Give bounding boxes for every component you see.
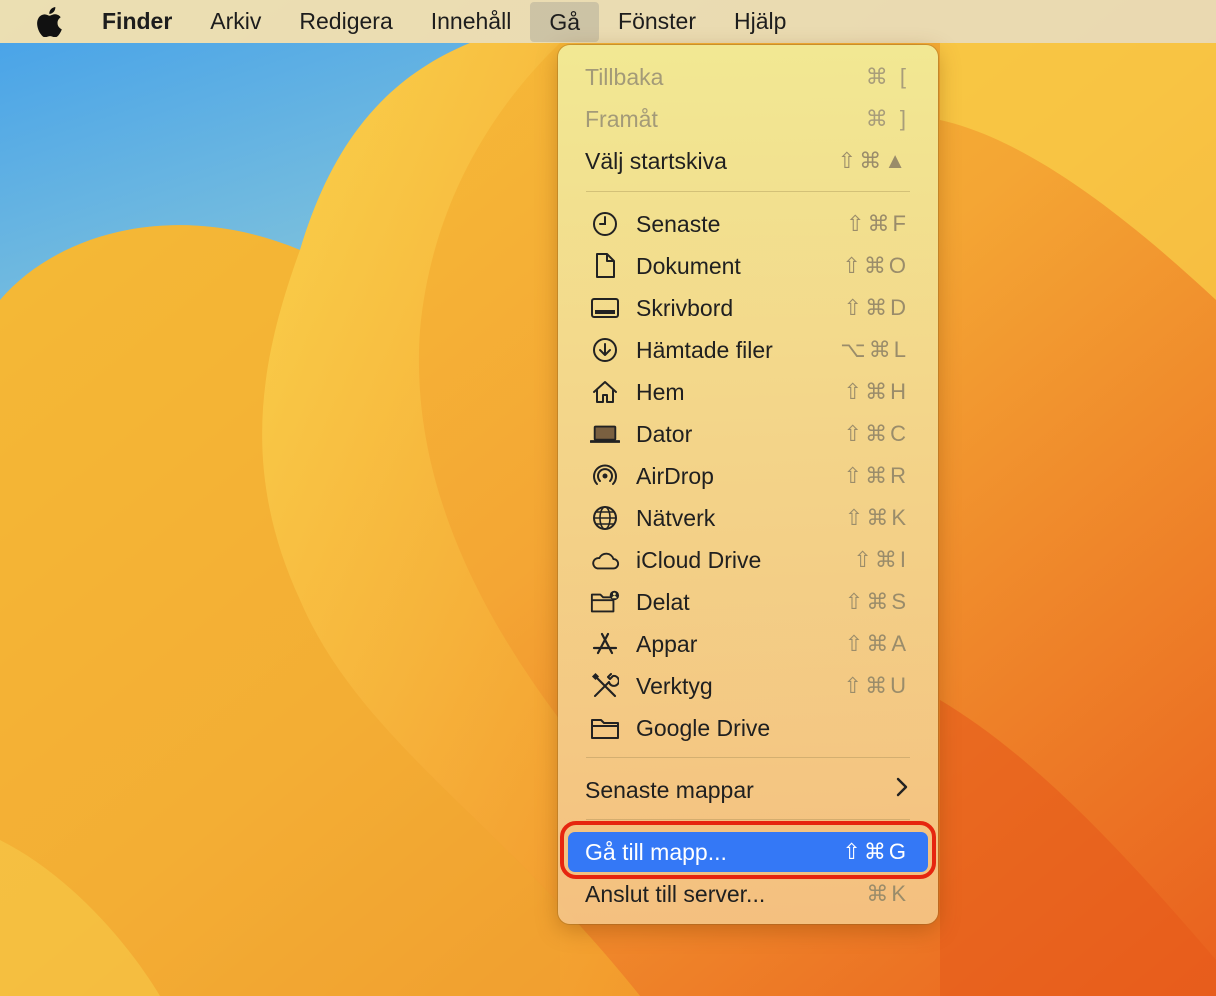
menu-item-label: Dator bbox=[636, 420, 693, 447]
menu-item-shortcut: ⇧⌘A bbox=[844, 631, 909, 656]
laptop-icon bbox=[590, 419, 620, 449]
menu-item-valj-startskiva[interactable]: Välj startskiva ⇧⌘▲ bbox=[568, 141, 928, 181]
menu-separator bbox=[586, 819, 910, 820]
menu-item-hamtade-filer[interactable]: Hämtade filer ⌥⌘L bbox=[568, 330, 928, 370]
menu-item-shortcut: ⌥⌘L bbox=[840, 337, 909, 362]
menu-item-anslut-till-server[interactable]: Anslut till server... ⌘K bbox=[568, 874, 928, 914]
menu-item-icloud-drive[interactable]: iCloud Drive ⇧⌘I bbox=[568, 540, 928, 580]
menu-item-verktyg[interactable]: Verktyg ⇧⌘U bbox=[568, 666, 928, 706]
menubar-ga[interactable]: Gå bbox=[530, 2, 600, 42]
menu-item-shortcut: ⇧⌘H bbox=[843, 379, 909, 404]
menu-item-senaste[interactable]: Senaste ⇧⌘F bbox=[568, 204, 928, 244]
menu-item-senaste-mappar[interactable]: Senaste mappar bbox=[568, 770, 928, 810]
menu-item-shortcut: ⇧⌘U bbox=[843, 673, 909, 698]
menu-item-shortcut: ⌘ [ bbox=[865, 64, 909, 89]
menu-item-tillbaka[interactable]: Tillbaka ⌘ [ bbox=[568, 57, 928, 97]
menu-item-label: Anslut till server... bbox=[585, 880, 766, 907]
chevron-right-icon bbox=[895, 776, 909, 805]
desktop-icon bbox=[590, 293, 620, 323]
airdrop-icon bbox=[590, 461, 620, 491]
menu-item-label: Skrivbord bbox=[636, 294, 734, 321]
menu-item-appar[interactable]: Appar ⇧⌘A bbox=[568, 624, 928, 664]
menu-item-shortcut: ⇧⌘▲ bbox=[837, 148, 909, 173]
menubar-innehall[interactable]: Innehåll bbox=[412, 0, 531, 43]
menu-item-label: Välj startskiva bbox=[585, 147, 727, 174]
menubar-finder[interactable]: Finder bbox=[62, 0, 191, 43]
cloud-icon bbox=[590, 545, 620, 575]
menubar-arkiv[interactable]: Arkiv bbox=[191, 0, 280, 43]
folder-icon bbox=[590, 713, 620, 743]
menu-item-label: Nätverk bbox=[636, 504, 716, 531]
go-menu-dropdown: Tillbaka ⌘ [ Framåt ⌘ ] Välj startskiva … bbox=[558, 45, 938, 924]
tools-icon bbox=[590, 671, 620, 701]
download-icon bbox=[590, 335, 620, 365]
menu-item-label: Verktyg bbox=[636, 672, 713, 699]
menu-item-shortcut: ⌘K bbox=[866, 881, 909, 906]
menu-bar: Finder Arkiv Redigera Innehåll Gå Fönste… bbox=[0, 0, 1216, 43]
home-icon bbox=[590, 377, 620, 407]
shared-folder-icon bbox=[590, 587, 620, 617]
menu-item-label: Senaste bbox=[636, 210, 721, 237]
menu-item-shortcut: ⇧⌘S bbox=[844, 589, 909, 614]
menu-item-shortcut: ⇧⌘R bbox=[843, 463, 909, 488]
menubar-fonster[interactable]: Fönster bbox=[599, 0, 715, 43]
menu-item-natverk[interactable]: Nätverk ⇧⌘K bbox=[568, 498, 928, 538]
menu-item-shortcut: ⇧⌘F bbox=[846, 211, 909, 236]
menubar-redigera[interactable]: Redigera bbox=[280, 0, 411, 43]
menu-item-label: Appar bbox=[636, 630, 698, 657]
menu-item-label: Senaste mappar bbox=[585, 776, 754, 803]
menubar-hjalp[interactable]: Hjälp bbox=[715, 0, 805, 43]
annotation-highlight-ring bbox=[560, 821, 936, 879]
menu-item-label: iCloud Drive bbox=[636, 546, 762, 573]
globe-icon bbox=[590, 503, 620, 533]
menu-item-shortcut: ⌘ ] bbox=[865, 106, 909, 131]
document-icon bbox=[590, 251, 620, 281]
menu-item-dator[interactable]: Dator ⇧⌘C bbox=[568, 414, 928, 454]
menu-item-label: Framåt bbox=[585, 105, 658, 132]
menu-item-label: Dokument bbox=[636, 252, 741, 279]
menu-item-delat[interactable]: Delat ⇧⌘S bbox=[568, 582, 928, 622]
menu-item-google-drive[interactable]: Google Drive bbox=[568, 708, 928, 748]
menu-item-framat[interactable]: Framåt ⌘ ] bbox=[568, 99, 928, 139]
menu-item-label: Delat bbox=[636, 588, 690, 615]
apple-logo-icon bbox=[37, 6, 62, 37]
menu-item-hem[interactable]: Hem ⇧⌘H bbox=[568, 372, 928, 412]
menu-item-airdrop[interactable]: AirDrop ⇧⌘R bbox=[568, 456, 928, 496]
menu-separator bbox=[586, 191, 910, 192]
menu-item-label: Tillbaka bbox=[585, 63, 664, 90]
menu-item-shortcut: ⇧⌘I bbox=[853, 547, 909, 572]
apple-menu[interactable] bbox=[0, 0, 62, 43]
menu-item-shortcut: ⇧⌘O bbox=[842, 253, 909, 278]
menu-item-label: AirDrop bbox=[636, 462, 714, 489]
menu-item-label: Google Drive bbox=[636, 714, 771, 741]
apps-icon bbox=[590, 629, 620, 659]
menu-item-label: Hem bbox=[636, 378, 685, 405]
menu-item-shortcut: ⇧⌘D bbox=[843, 295, 909, 320]
menu-item-shortcut: ⇧⌘K bbox=[844, 505, 909, 530]
menu-item-dokument[interactable]: Dokument ⇧⌘O bbox=[568, 246, 928, 286]
menu-item-skrivbord[interactable]: Skrivbord ⇧⌘D bbox=[568, 288, 928, 328]
menu-item-label: Hämtade filer bbox=[636, 336, 773, 363]
menu-item-shortcut: ⇧⌘C bbox=[843, 421, 909, 446]
clock-icon bbox=[590, 209, 620, 239]
menu-separator bbox=[586, 757, 910, 758]
